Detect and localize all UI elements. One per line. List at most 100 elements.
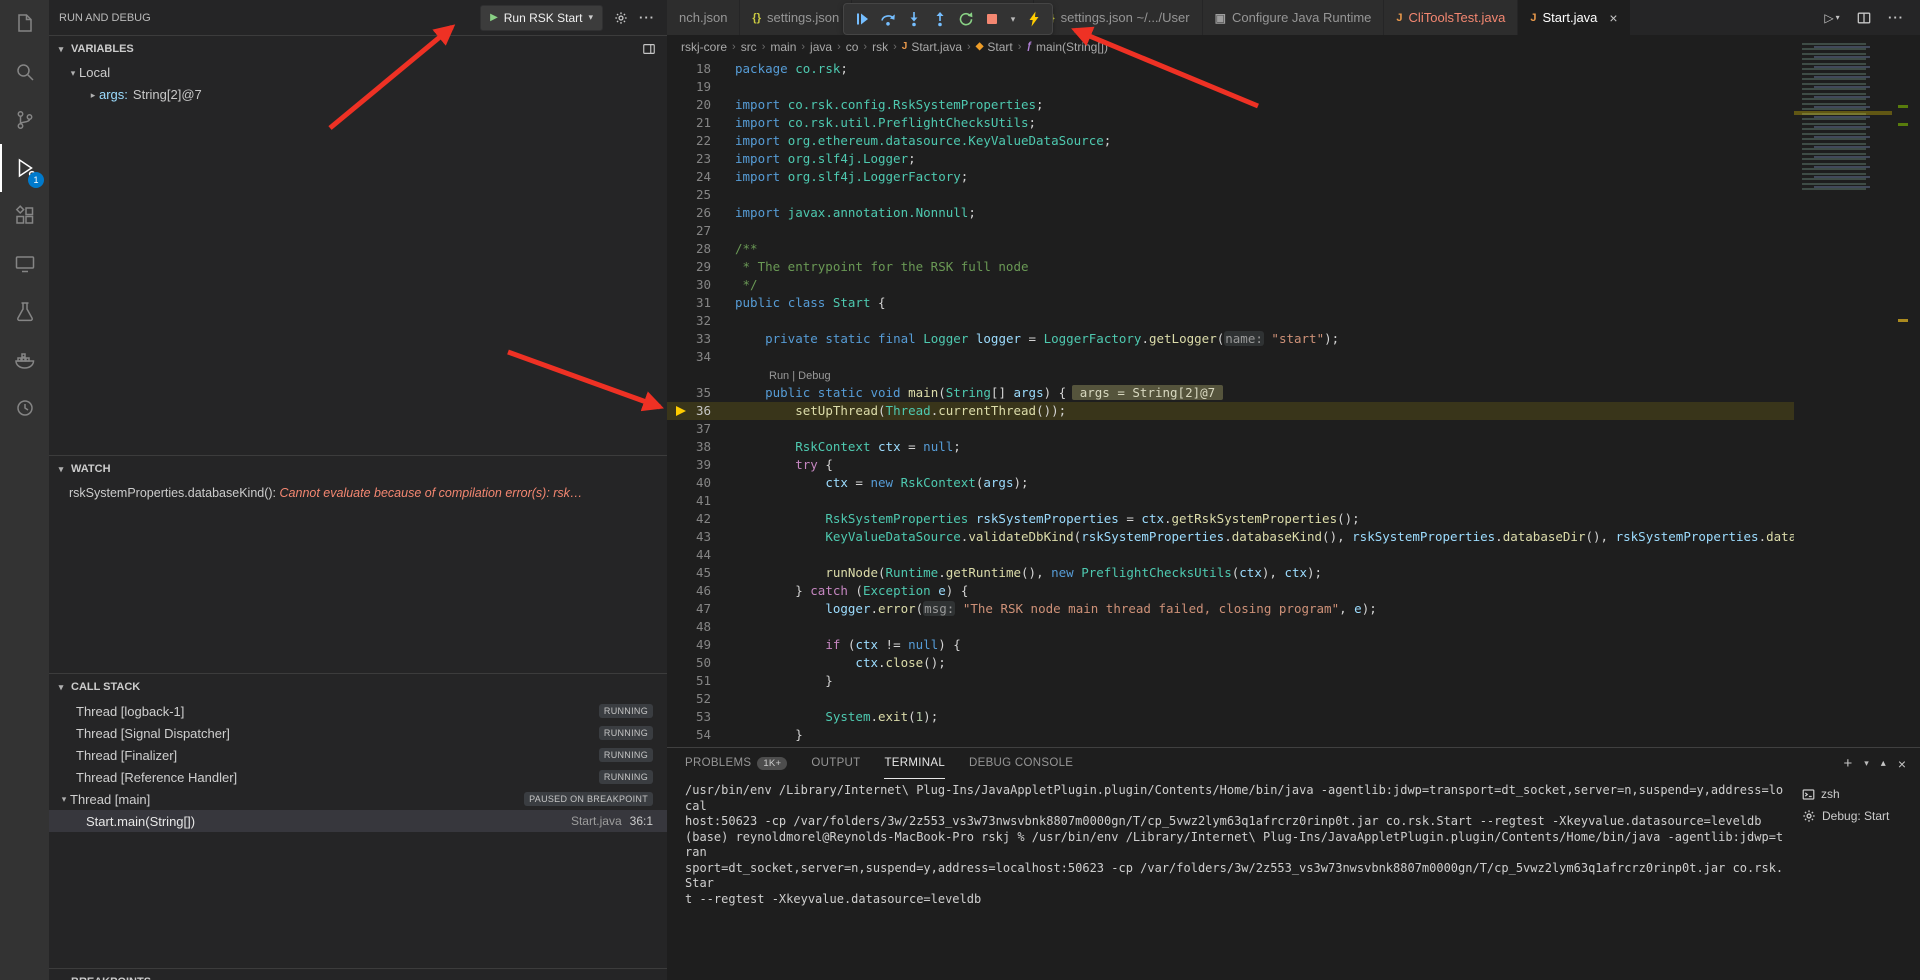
more-button[interactable]: ··· <box>637 8 657 28</box>
gutter[interactable]: 46 <box>667 582 735 600</box>
code-line-36[interactable]: 36 setUpThread(Thread.currentThread()); <box>667 402 1794 420</box>
variables-scope-local[interactable]: ▾ Local <box>49 62 667 84</box>
maximize-button[interactable]: ▴ <box>1881 758 1886 769</box>
breadcrumb-item[interactable]: co <box>846 40 859 54</box>
gutter[interactable]: 28 <box>667 240 735 258</box>
gutter[interactable]: 43 <box>667 528 735 546</box>
gutter[interactable]: 51 <box>667 672 735 690</box>
code-line-24[interactable]: 24import org.slf4j.LoggerFactory; <box>667 168 1794 186</box>
gutter[interactable]: 27 <box>667 222 735 240</box>
code-line-48[interactable]: 48 <box>667 618 1794 636</box>
gutter[interactable]: 20 <box>667 96 735 114</box>
call-stack-thread[interactable]: Thread [Finalizer]RUNNING <box>49 744 667 766</box>
gutter[interactable] <box>667 366 735 384</box>
gutter[interactable]: 40 <box>667 474 735 492</box>
code-line-54[interactable]: 54 } <box>667 726 1794 744</box>
gutter[interactable]: 23 <box>667 150 735 168</box>
more-button[interactable]: ··· <box>1886 8 1906 28</box>
code-line-22[interactable]: 22import org.ethereum.datasource.KeyValu… <box>667 132 1794 150</box>
code-line-50[interactable]: 50 ctx.close(); <box>667 654 1794 672</box>
code-line-18[interactable]: 18package co.rsk; <box>667 60 1794 78</box>
gutter[interactable]: 33 <box>667 330 735 348</box>
code-line-47[interactable]: 47 logger.error(msg: "The RSK node main … <box>667 600 1794 618</box>
gutter[interactable]: 49 <box>667 636 735 654</box>
code-line-26[interactable]: 26import javax.annotation.Nonnull; <box>667 204 1794 222</box>
breadcrumb-item[interactable]: main <box>770 40 796 54</box>
gutter[interactable]: 50 <box>667 654 735 672</box>
tab-nch-json[interactable]: nch.json <box>667 0 740 35</box>
code-line-38[interactable]: 38 RskContext ctx = null; <box>667 438 1794 456</box>
code-line-33[interactable]: 33 private static final Logger logger = … <box>667 330 1794 348</box>
breadcrumb-item[interactable]: java <box>810 40 832 54</box>
code-line-28[interactable]: 28/** <box>667 240 1794 258</box>
gutter[interactable]: 39 <box>667 456 735 474</box>
gutter[interactable]: 31 <box>667 294 735 312</box>
code-line-43[interactable]: 43 KeyValueDataSource.validateDbKind(rsk… <box>667 528 1794 546</box>
run-button[interactable]: ▷▾ <box>1822 8 1842 28</box>
code-line-53[interactable]: 53 System.exit(1); <box>667 708 1794 726</box>
code-line-29[interactable]: 29 * The entrypoint for the RSK full nod… <box>667 258 1794 276</box>
watch-section-header[interactable]: ▾ WATCH <box>49 456 667 482</box>
code-line-35[interactable]: 35 public static void main(String[] args… <box>667 384 1794 402</box>
gutter[interactable]: 30 <box>667 276 735 294</box>
activity-item-source-control[interactable] <box>0 96 49 144</box>
gutter[interactable]: 54 <box>667 726 735 744</box>
debug-views-icon[interactable] <box>639 39 659 59</box>
activity-item-gitlens[interactable] <box>0 384 49 432</box>
activity-item-extensions[interactable] <box>0 192 49 240</box>
gutter[interactable]: 21 <box>667 114 735 132</box>
gutter[interactable]: 41 <box>667 492 735 510</box>
codelens-row[interactable]: Run | Debug <box>667 366 1794 384</box>
code-line-41[interactable]: 41 <box>667 492 1794 510</box>
gutter[interactable]: 22 <box>667 132 735 150</box>
gear-button[interactable] <box>611 8 631 28</box>
code-line-30[interactable]: 30 */ <box>667 276 1794 294</box>
tab-settings-json-user[interactable]: {}settings.json ~/.../User <box>1034 0 1203 35</box>
activity-item-explorer[interactable] <box>0 0 49 48</box>
call-stack-thread[interactable]: Thread [logback-1]RUNNING <box>49 700 667 722</box>
code-line-42[interactable]: 42 RskSystemProperties rskSystemProperti… <box>667 510 1794 528</box>
activity-item-run-and-debug[interactable]: 1 <box>0 144 49 192</box>
gutter[interactable]: 25 <box>667 186 735 204</box>
code-line-25[interactable]: 25 <box>667 186 1794 204</box>
close-icon[interactable]: × <box>1609 10 1617 26</box>
continue-button[interactable] <box>850 7 874 31</box>
code-line-27[interactable]: 27 <box>667 222 1794 240</box>
gutter[interactable]: 24 <box>667 168 735 186</box>
panel-tab-terminal[interactable]: TERMINAL <box>884 748 945 779</box>
code-line-52[interactable]: 52 <box>667 690 1794 708</box>
tab-configure-java-runtime[interactable]: ▣Configure Java Runtime <box>1203 0 1385 35</box>
dropdown-button[interactable]: ▾ <box>1006 7 1020 31</box>
stop-button[interactable] <box>980 7 1004 31</box>
step-into-button[interactable] <box>902 7 926 31</box>
gutter[interactable]: 44 <box>667 546 735 564</box>
codelens-run-debug[interactable]: Run | Debug <box>769 370 831 382</box>
breadcrumb-item[interactable]: src <box>741 40 757 54</box>
code-line-40[interactable]: 40 ctx = new RskContext(args); <box>667 474 1794 492</box>
close-button[interactable]: × <box>1898 756 1906 772</box>
step-out-button[interactable] <box>928 7 952 31</box>
breadcrumb-item[interactable]: rskj-core <box>681 40 727 54</box>
call-stack-thread[interactable]: Thread [Reference Handler]RUNNING <box>49 766 667 788</box>
split-editor-button[interactable] <box>1854 8 1874 28</box>
code-line-23[interactable]: 23import org.slf4j.Logger; <box>667 150 1794 168</box>
step-over-button[interactable] <box>876 7 900 31</box>
gutter[interactable]: 26 <box>667 204 735 222</box>
gutter[interactable]: 42 <box>667 510 735 528</box>
gutter[interactable]: 18 <box>667 60 735 78</box>
code-line-32[interactable]: 32 <box>667 312 1794 330</box>
terminal-instance-zsh[interactable]: zsh <box>1792 783 1920 805</box>
gutter[interactable]: 47 <box>667 600 735 618</box>
gutter[interactable]: 37 <box>667 420 735 438</box>
restart-button[interactable] <box>954 7 978 31</box>
gutter[interactable]: 34 <box>667 348 735 366</box>
gutter[interactable]: 48 <box>667 618 735 636</box>
hot-code-replace-button[interactable] <box>1022 7 1046 31</box>
plus-button[interactable]: + <box>1843 755 1852 772</box>
watch-expression[interactable]: rskSystemProperties.databaseKind(): Cann… <box>49 482 667 500</box>
breadcrumb-item[interactable]: rsk <box>872 40 888 54</box>
overview-ruler[interactable] <box>1892 35 1920 747</box>
gutter[interactable]: 19 <box>667 78 735 96</box>
code-line-37[interactable]: 37 <box>667 420 1794 438</box>
panel-tab-output[interactable]: OUTPUT <box>811 748 860 779</box>
